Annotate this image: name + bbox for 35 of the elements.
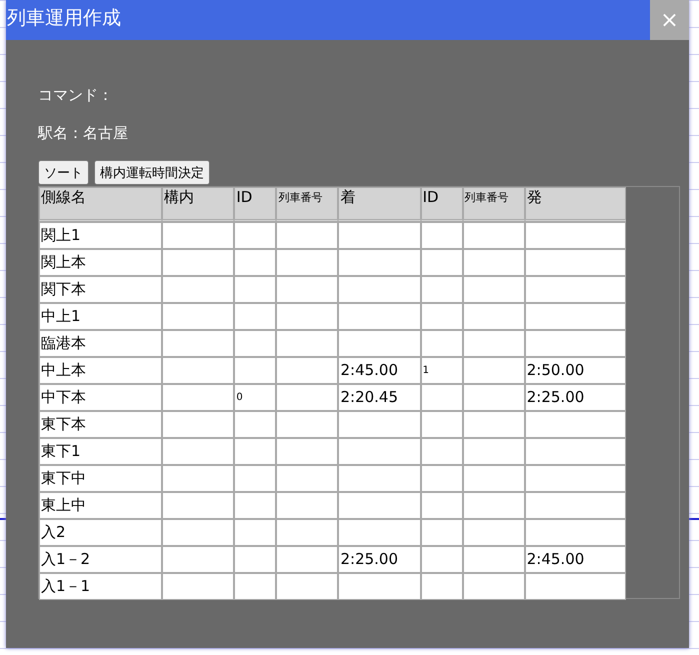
- table-cell: 0: [234, 384, 276, 411]
- table-cell: 入1－2: [39, 546, 162, 573]
- table-cell: 関上本: [39, 249, 162, 276]
- table-cell: 2:20.45: [338, 384, 421, 411]
- table-cell: 1: [420, 357, 463, 384]
- column-header: 発: [524, 187, 626, 222]
- table-cell: 中下本: [39, 384, 162, 411]
- table-cell: 2:25.00: [524, 384, 626, 411]
- table-cell: 2:45.00: [338, 357, 421, 384]
- table-cell: 2:50.00: [524, 357, 626, 384]
- column-header: ID: [234, 187, 276, 222]
- table-cell: 臨港本: [39, 330, 162, 357]
- table-cell: 2:25.00: [338, 546, 421, 573]
- table-cell: 関上1: [39, 222, 162, 249]
- column-header: 着: [338, 187, 421, 222]
- sort-button[interactable]: ソート: [38, 160, 89, 185]
- table-cell: 東下1: [39, 438, 162, 465]
- table-cell: 関下本: [39, 276, 162, 303]
- table-cell: 入1－1: [39, 573, 162, 600]
- column-header: 列車番号: [276, 187, 338, 222]
- column-header: 構内: [162, 187, 234, 222]
- command-label: コマンド：: [38, 86, 113, 105]
- column-header: 側線名: [39, 187, 162, 222]
- table-cell: 中上本: [39, 357, 162, 384]
- column-header: 列車番号: [462, 187, 525, 222]
- table-cell: 東下中: [39, 465, 162, 492]
- column-header: ID: [420, 187, 463, 222]
- set-time-button[interactable]: 構内運転時間決定: [94, 160, 210, 185]
- table-cell: 入2: [39, 519, 162, 546]
- table-cell: 東上中: [39, 492, 162, 519]
- table-cell: 中上1: [39, 303, 162, 330]
- table-cell: 東下本: [39, 411, 162, 438]
- station-label: 駅名：名古屋: [38, 124, 128, 143]
- table-cell: 2:45.00: [524, 546, 626, 573]
- window-title: 列車運用作成: [6, 6, 121, 31]
